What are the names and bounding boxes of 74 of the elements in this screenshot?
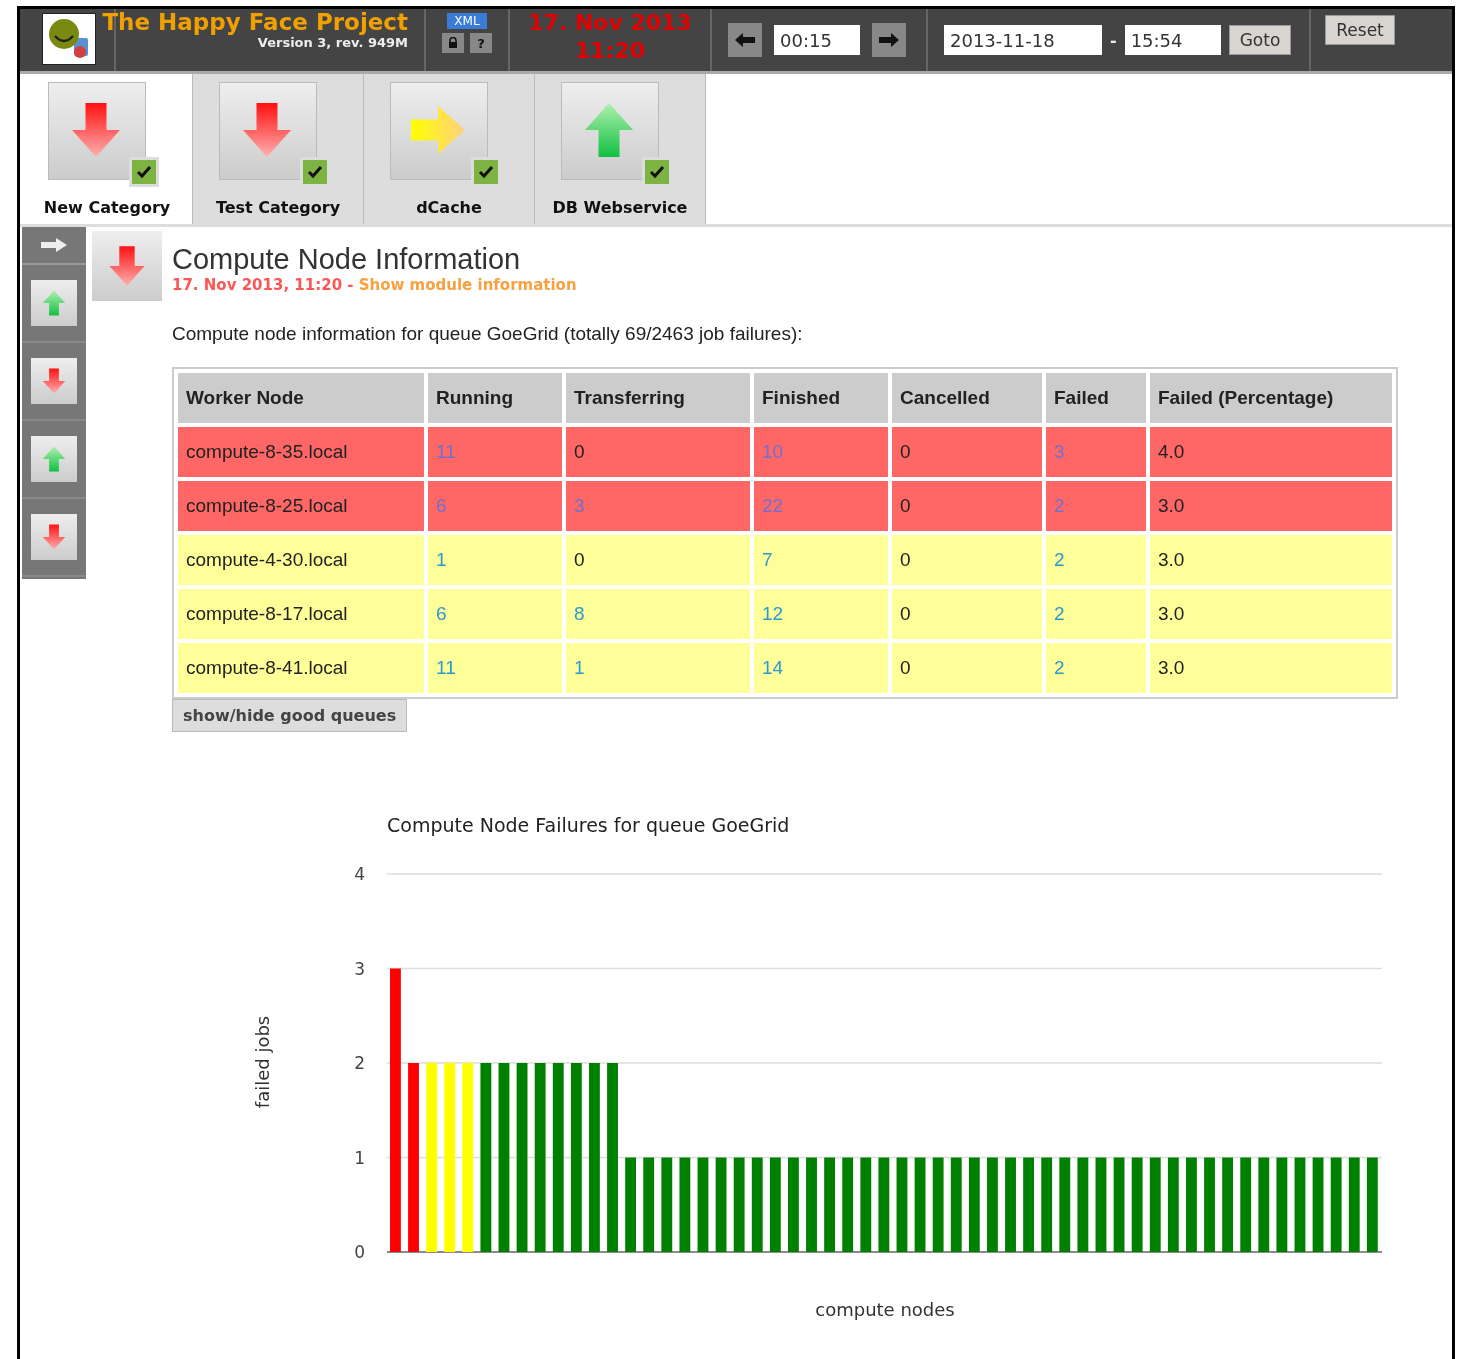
y-tick-label: 1 xyxy=(354,1147,365,1168)
table-cell: 0 xyxy=(566,535,750,585)
table-cell: 3.0 xyxy=(1150,481,1392,531)
xml-button[interactable]: XML xyxy=(447,13,487,29)
status-button[interactable] xyxy=(31,514,77,560)
current-date: 17. Nov 2013 xyxy=(528,9,692,37)
y-axis-label: failed jobs xyxy=(252,1015,273,1109)
range-separator: - xyxy=(1110,30,1117,50)
date-field[interactable]: 2013-11-18 xyxy=(944,25,1102,55)
table-link-cell[interactable]: 6 xyxy=(428,589,562,639)
table-cell: 0 xyxy=(892,589,1042,639)
y-tick-label: 4 xyxy=(354,864,365,884)
back-arrow-button[interactable] xyxy=(728,23,762,57)
column-header: Worker Node xyxy=(178,373,424,423)
table-link-cell[interactable]: 2 xyxy=(1046,643,1146,693)
reset-button[interactable]: Reset xyxy=(1325,15,1395,45)
right-arrow-icon xyxy=(878,32,900,48)
table-link-cell[interactable]: 1 xyxy=(566,643,750,693)
column-header: Cancelled xyxy=(892,373,1042,423)
table-cell: compute-8-25.local xyxy=(178,481,424,531)
column-header: Running xyxy=(428,373,562,423)
table-cell: 3.0 xyxy=(1150,589,1392,639)
category-tab[interactable]: dCache xyxy=(364,74,535,224)
help-button[interactable]: ? xyxy=(470,33,492,53)
column-header: Finished xyxy=(754,373,888,423)
toggle-queues-button[interactable]: show/hide good queues xyxy=(172,699,408,732)
table-cell: compute-8-35.local xyxy=(178,427,424,477)
table-cell: 0 xyxy=(892,643,1042,693)
expand-arrow-icon[interactable] xyxy=(40,237,68,253)
logo-icon[interactable] xyxy=(42,13,96,65)
time-field[interactable]: 15:54 xyxy=(1124,25,1221,55)
table-cell: 0 xyxy=(892,427,1042,477)
table-link-cell[interactable]: 2 xyxy=(1046,589,1146,639)
y-tick-label: 3 xyxy=(354,958,365,979)
table-link-cell[interactable]: 11 xyxy=(428,643,562,693)
column-header: Failed xyxy=(1046,373,1146,423)
table-link-cell[interactable]: 1 xyxy=(428,535,562,585)
table-link-cell[interactable]: 8 xyxy=(566,589,750,639)
chart-title: Compute Node Failures for queue GoeGrid xyxy=(387,814,790,836)
version-label: Version 3, rev. 949M xyxy=(257,35,408,50)
goto-button[interactable]: Goto xyxy=(1228,25,1292,55)
table-link-cell[interactable]: 12 xyxy=(754,589,888,639)
table-cell: 3.0 xyxy=(1150,535,1392,585)
module-timestamp: 17. Nov 2013, 11:20 xyxy=(172,276,343,294)
module-info-link[interactable]: Show module information xyxy=(358,276,577,294)
current-time: 11:20 xyxy=(575,37,645,65)
category-tab[interactable]: DB Webservice xyxy=(535,74,706,224)
lock-icon[interactable] xyxy=(442,33,464,53)
table-cell: compute-8-41.local xyxy=(178,643,424,693)
column-header: Failed (Percentage) xyxy=(1150,373,1392,423)
left-arrow-icon xyxy=(734,32,756,48)
table-cell: 4.0 xyxy=(1150,427,1392,477)
check-icon xyxy=(128,156,160,188)
table-cell: compute-8-17.local xyxy=(178,589,424,639)
table-cell: 0 xyxy=(892,535,1042,585)
table-cell: compute-4-30.local xyxy=(178,535,424,585)
category-tab[interactable]: Test Category xyxy=(193,74,364,224)
separator-text: - xyxy=(346,276,355,294)
table-cell: 0 xyxy=(892,481,1042,531)
status-button[interactable] xyxy=(31,358,77,404)
column-header: Transferring xyxy=(566,373,750,423)
module-title: Compute Node Information xyxy=(172,243,522,276)
y-tick-label: 0 xyxy=(354,1242,365,1262)
table-cell: 0 xyxy=(566,427,750,477)
table-cell: 3.0 xyxy=(1150,643,1392,693)
forward-arrow-button[interactable] xyxy=(872,23,906,57)
x-axis-label: compute nodes xyxy=(815,1299,955,1320)
table-link-cell[interactable]: 7 xyxy=(754,535,888,585)
table-link-cell[interactable]: 2 xyxy=(1046,535,1146,585)
table-link-cell[interactable]: 14 xyxy=(754,643,888,693)
app-title: The Happy Face Project xyxy=(102,9,408,35)
y-tick-label: 2 xyxy=(354,1053,365,1073)
interval-field[interactable]: 00:15 xyxy=(774,25,860,55)
description-text: Compute node information for queue GoeGrid (totally 69/2463 job failures): xyxy=(172,323,804,345)
